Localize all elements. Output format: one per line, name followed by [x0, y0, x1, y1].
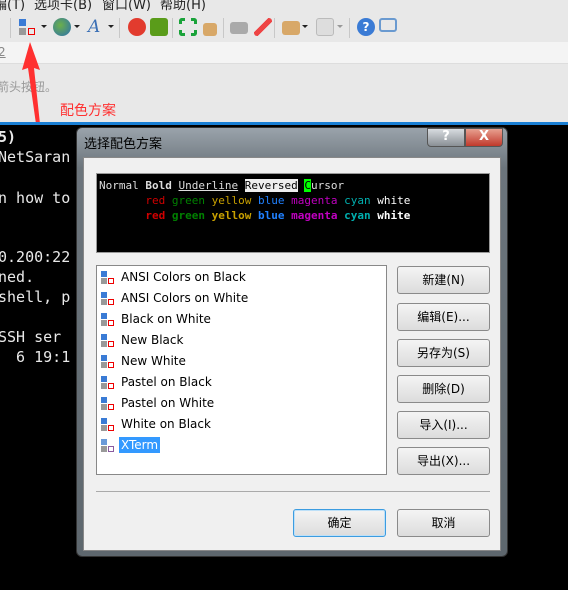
scheme-name: ANSI Colors on Black	[121, 270, 246, 284]
color-scheme-dialog: 选择配色方案 ? X Normal Bold Underline Reverse…	[76, 127, 508, 557]
address-text[interactable]: 2	[0, 45, 6, 59]
chat-icon[interactable]	[379, 18, 397, 32]
preview-color-white: white	[377, 209, 411, 222]
save-as-button[interactable]: 另存为(S)	[397, 339, 490, 367]
preview-cursor-text: ursor	[310, 179, 345, 192]
highlighter-icon[interactable]	[254, 18, 272, 36]
delete-button[interactable]: 删除(D)	[397, 375, 490, 403]
terminal-line: 0.200:22	[0, 248, 71, 266]
red-arrow-icon	[22, 42, 40, 124]
terminal-line: ned.	[0, 268, 35, 286]
scheme-list-item[interactable]: New White	[101, 351, 188, 371]
preview-underline: Underline	[178, 179, 239, 192]
color-scheme-icon[interactable]	[18, 18, 36, 36]
terminal-line: n how to	[0, 189, 71, 207]
scheme-list-item[interactable]: ANSI Colors on Black	[101, 267, 248, 287]
color-scheme-icon	[101, 354, 116, 369]
preview-color-magenta: magenta	[291, 194, 338, 207]
scheme-name: XTerm	[119, 437, 161, 453]
dialog-title: 选择配色方案	[84, 137, 163, 152]
scheme-list-item[interactable]: New Black	[101, 330, 185, 350]
scheme-list-item[interactable]: Pastel on White	[101, 393, 216, 413]
preview-color-yellow: yellow	[211, 209, 252, 222]
layout-icon[interactable]	[316, 18, 334, 36]
lock-icon[interactable]	[203, 23, 217, 36]
address-bar[interactable]: 2	[0, 42, 568, 64]
annotation-label: 配色方案	[60, 103, 116, 119]
fullscreen-icon[interactable]	[179, 18, 197, 36]
scheme-name: ANSI Colors on White	[121, 291, 249, 305]
scheme-list-item[interactable]: Pastel on Black	[101, 372, 214, 392]
preview-bold: Bold	[145, 179, 172, 192]
xftp-icon[interactable]	[128, 18, 146, 36]
color-scheme-icon	[101, 396, 116, 411]
preview-color-yellow: yellow	[211, 194, 252, 207]
preview-color-white: white	[377, 194, 411, 207]
separator	[96, 491, 490, 492]
scheme-list-item[interactable]: Black on White	[101, 309, 213, 329]
edit-button[interactable]: 编辑(E)...	[397, 303, 490, 331]
export-button[interactable]: 导出(X)...	[397, 447, 490, 475]
close-button[interactable]: X	[465, 128, 503, 147]
scheme-list-item[interactable]: XTerm	[101, 435, 161, 455]
scheme-name: Black on White	[121, 312, 211, 326]
font-icon[interactable]: A	[88, 18, 106, 36]
xmanager-icon[interactable]	[150, 18, 168, 36]
menu-bar: 编(T) 选项卡(B) 窗口(W) 帮助(H)	[0, 0, 568, 14]
preview-color-red: red	[145, 209, 166, 222]
preview-color-magenta: magenta	[291, 209, 338, 222]
dialog-body: Normal Bold Underline Reversed Cursor re…	[83, 157, 501, 551]
scheme-list-item[interactable]: White on Black	[101, 414, 213, 434]
color-scheme-icon	[101, 375, 116, 390]
color-scheme-icon	[101, 291, 116, 306]
help-button[interactable]: ?	[427, 128, 465, 147]
chevron-down-icon[interactable]	[74, 25, 80, 28]
globe-icon[interactable]	[53, 18, 71, 36]
toolbar: A ?	[0, 14, 568, 42]
scheme-preview: Normal Bold Underline Reversed Cursor re…	[96, 173, 490, 253]
terminal-line: 5)	[0, 128, 17, 146]
preview-color-cyan: cyan	[344, 194, 371, 207]
color-scheme-icon	[101, 438, 116, 453]
keyboard-icon[interactable]	[230, 22, 248, 34]
scheme-name: White on Black	[121, 417, 211, 431]
preview-cursor: C	[304, 179, 311, 192]
scheme-name: Pastel on Black	[121, 375, 212, 389]
terminal-line: NetSaran	[0, 148, 71, 166]
preview-reversed: Reversed	[244, 179, 298, 192]
preview-normal: Normal	[99, 179, 139, 192]
chevron-down-icon[interactable]	[108, 25, 114, 28]
preview-color-cyan: cyan	[344, 209, 371, 222]
menu-window[interactable]: 窗口(W)	[102, 0, 151, 13]
menu-help[interactable]: 帮助(H)	[160, 0, 206, 13]
scheme-list-item[interactable]: ANSI Colors on White	[101, 288, 250, 308]
scheme-name: Pastel on White	[121, 396, 215, 410]
scheme-name: New Black	[121, 333, 184, 347]
menu-edit[interactable]: 编(T)	[0, 0, 25, 13]
ok-button[interactable]: 确定	[293, 509, 386, 537]
terminal-line: shell, p	[0, 288, 71, 306]
color-scheme-icon	[101, 417, 116, 432]
terminal-line: 6 19:1	[0, 348, 71, 366]
cancel-button[interactable]: 取消	[397, 509, 490, 537]
preview-color-green: green	[171, 194, 205, 207]
preview-color-blue: blue	[257, 194, 285, 207]
menu-tabs[interactable]: 选项卡(B)	[34, 0, 92, 13]
chevron-down-icon[interactable]	[302, 25, 308, 28]
color-scheme-icon	[101, 312, 116, 327]
chevron-down-icon[interactable]	[337, 25, 343, 28]
new-button[interactable]: 新建(N)	[397, 266, 490, 294]
preview-color-blue: blue	[257, 209, 285, 222]
import-button[interactable]: 导入(I)...	[397, 411, 490, 439]
terminal-line: SSH ser	[0, 328, 62, 346]
preview-color-green: green	[171, 209, 205, 222]
color-scheme-icon	[101, 270, 116, 285]
scheme-name: New White	[121, 354, 186, 368]
help-icon[interactable]: ?	[357, 18, 375, 36]
new-folder-icon[interactable]	[282, 21, 300, 35]
color-scheme-icon	[101, 333, 116, 348]
chevron-down-icon[interactable]	[41, 25, 47, 28]
scheme-list[interactable]: ANSI Colors on Black ANSI Colors on White…	[96, 265, 387, 475]
preview-color-red: red	[145, 194, 166, 207]
